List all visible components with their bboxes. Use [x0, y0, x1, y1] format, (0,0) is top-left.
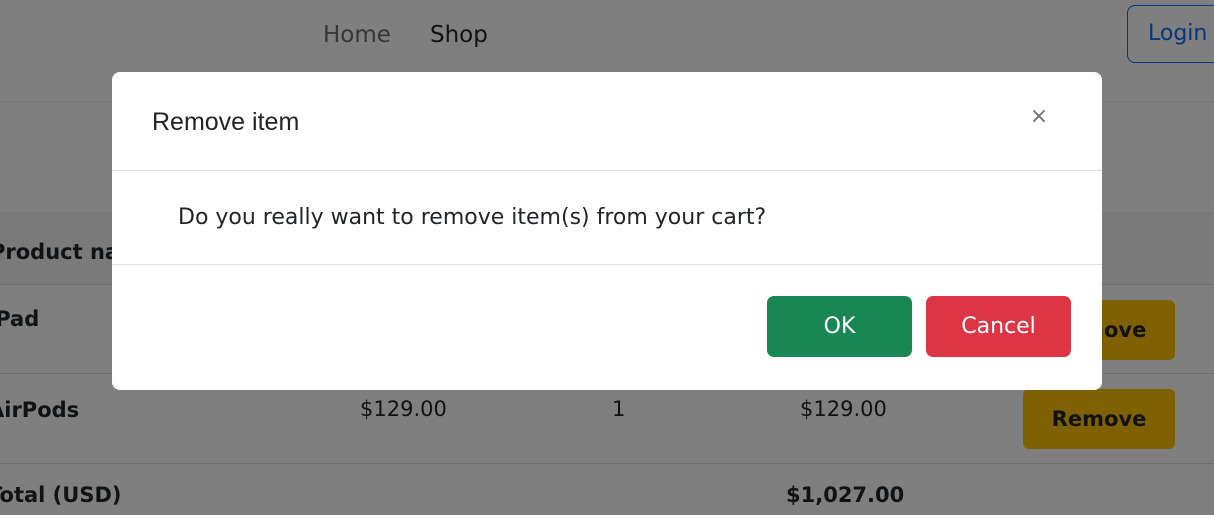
- close-icon[interactable]: ×: [1027, 105, 1051, 129]
- modal-body: Do you really want to remove item(s) fro…: [112, 171, 1102, 265]
- remove-item-modal: Remove item × Do you really want to remo…: [112, 72, 1102, 390]
- modal-message: Do you really want to remove item(s) fro…: [178, 205, 767, 230]
- modal-footer: OK Cancel: [112, 265, 1102, 390]
- cancel-button[interactable]: Cancel: [926, 296, 1071, 357]
- ok-button[interactable]: OK: [767, 296, 912, 357]
- modal-title: Remove item: [152, 108, 300, 136]
- modal-header: Remove item ×: [112, 72, 1102, 171]
